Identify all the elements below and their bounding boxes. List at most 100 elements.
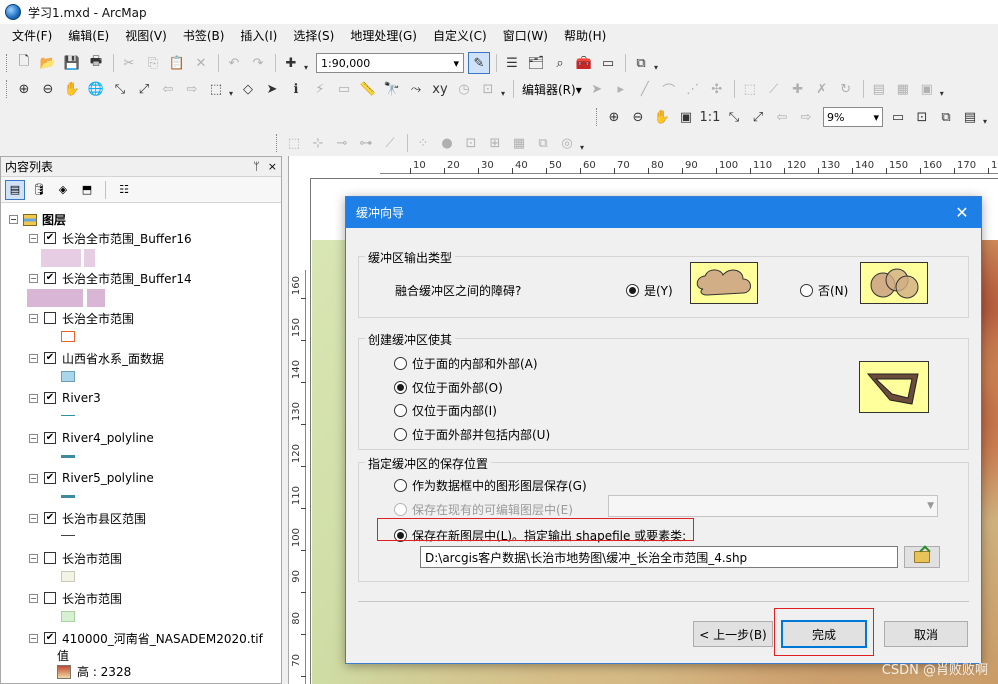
menu-windows[interactable]: 窗口(W) <box>495 24 556 48</box>
toc-layer[interactable]: − 长治全市范围 <box>29 309 279 349</box>
catalog-icon[interactable]: 🗂 <box>525 52 547 74</box>
reshape-icon[interactable]: ⟋ <box>763 78 785 100</box>
browse-button[interactable] <box>904 546 940 568</box>
fixed-zoom-out-layout-icon[interactable]: ⤢ <box>747 106 769 128</box>
clear-selection-icon[interactable]: ◇ <box>237 78 259 100</box>
identify-icon[interactable]: ℹ <box>285 78 307 100</box>
menu-help[interactable]: 帮助(H) <box>556 24 614 48</box>
zoom-whole-page-icon[interactable]: ▣ <box>675 106 697 128</box>
menu-file[interactable]: 文件(F) <box>4 24 60 48</box>
layer-name[interactable]: River3 <box>62 391 101 405</box>
menu-geoprocessing[interactable]: 地理处理(G) <box>342 24 425 48</box>
layer-name[interactable]: 长治市县区范围 <box>62 510 146 527</box>
toc-layer[interactable]: − 长治市范围 <box>29 549 279 589</box>
layer-name[interactable]: 长治全市范围_Buffer16 <box>62 230 192 247</box>
shared-edit-icon[interactable]: ⧉ <box>532 132 554 154</box>
end-point-arc-icon[interactable]: ⌒ <box>658 78 680 100</box>
collapse-icon[interactable]: − <box>29 513 38 523</box>
radio-no[interactable] <box>800 284 813 297</box>
layer-symbol[interactable] <box>61 531 75 536</box>
layers-root[interactable]: − 图层 <box>9 211 66 228</box>
show-shared-features-icon[interactable]: ⊸ <box>331 132 353 154</box>
toolbar-grip[interactable] <box>276 134 279 152</box>
toc-layer[interactable]: − 长治市范围 <box>29 589 279 629</box>
python-window-icon[interactable]: ▭ <box>597 52 619 74</box>
collapse-icon[interactable]: − <box>29 313 38 323</box>
menu-insert[interactable]: 插入(I) <box>232 24 285 48</box>
layer-symbol[interactable] <box>61 491 75 498</box>
layer-visibility-checkbox[interactable]: ✔ <box>44 352 56 364</box>
arctoolbox-icon[interactable]: 🧰 <box>573 52 595 74</box>
layer-visibility-checkbox[interactable]: ✔ <box>44 392 56 404</box>
layer-symbol[interactable] <box>61 411 75 416</box>
create-viewer-icon[interactable]: ⊡ <box>477 78 499 100</box>
layer-visibility-checkbox[interactable] <box>44 312 56 324</box>
collapse-icon[interactable]: − <box>29 273 38 283</box>
layer-symbol[interactable] <box>61 571 75 582</box>
option-save-graphics[interactable]: 作为数据框中的图形图层保存(G) <box>394 477 587 494</box>
toc-options-icon[interactable]: ☷ <box>114 180 134 200</box>
cut-icon[interactable]: ✂ <box>118 52 140 74</box>
layer-symbol[interactable] <box>61 331 75 342</box>
layer-visibility-checkbox[interactable] <box>44 592 56 604</box>
generalize-icon[interactable]: ◎ <box>556 132 578 154</box>
list-by-selection-icon[interactable]: ⬒ <box>77 180 97 200</box>
search-window-icon[interactable]: ⌕ <box>549 52 571 74</box>
menu-selection[interactable]: 选择(S) <box>285 24 342 48</box>
straight-segment-icon[interactable]: ╱ <box>634 78 656 100</box>
find-icon[interactable]: 🔭 <box>381 78 403 100</box>
toc-layer[interactable]: − ✔ 长治全市范围_Buffer16 <box>29 229 279 269</box>
toolbar-options-chevron[interactable]: ▾ <box>940 80 948 98</box>
collapse-icon[interactable]: − <box>29 473 38 483</box>
layer-symbol[interactable] <box>41 249 95 267</box>
radio-yes[interactable] <box>626 284 639 297</box>
editor-toolbar-icon[interactable]: ✎ <box>468 52 490 74</box>
new-document-icon[interactable]: 🗋 <box>13 52 35 74</box>
close-icon[interactable]: × <box>268 160 277 173</box>
toc-layer[interactable]: − ✔ 山西省水系_面数据 <box>29 349 279 389</box>
menu-edit[interactable]: 编辑(E) <box>60 24 117 48</box>
collapse-icon[interactable]: − <box>29 553 38 563</box>
collapse-icon[interactable]: − <box>9 215 18 224</box>
edit-vertices-icon[interactable]: ⬚ <box>739 78 761 100</box>
layer-name[interactable]: 长治全市范围_Buffer14 <box>62 270 192 287</box>
list-by-drawing-order-icon[interactable]: ▤ <box>5 179 25 200</box>
toc-layer[interactable]: − ✔ River4_polyline <box>29 429 279 469</box>
layer-name[interactable]: 410000_河南省_NASADEM2020.tif <box>62 630 263 647</box>
html-popup-icon[interactable]: ▭ <box>333 78 355 100</box>
change-layout-icon[interactable]: ⧉ <box>935 106 957 128</box>
layer-symbol[interactable] <box>61 611 75 622</box>
toc-layer[interactable]: − ✔ 长治市县区范围 <box>29 509 279 549</box>
layer-symbol[interactable] <box>61 451 75 458</box>
collapse-icon[interactable]: − <box>29 633 38 643</box>
sketch-properties-icon[interactable]: ▦ <box>892 78 914 100</box>
chevron-down-icon[interactable]: ▾ <box>229 80 237 98</box>
select-elements-icon[interactable]: ➤ <box>261 78 283 100</box>
find-route-icon[interactable]: ⤳ <box>405 78 427 100</box>
map-scale-combo[interactable]: 1:90,000 ▾ <box>316 53 464 73</box>
output-path-input[interactable]: D:\arcgis客户数据\长治市地势图\缓冲_长治全市范围_4.shp <box>420 546 898 568</box>
edit-tool-icon[interactable]: ➤ <box>586 78 608 100</box>
save-icon[interactable]: 💾 <box>61 52 83 74</box>
option-inside-outside[interactable]: 位于面的内部和外部(A) <box>394 355 538 372</box>
dissolve-no-option[interactable]: 否(N) <box>800 282 848 299</box>
toolbar-options-chevron[interactable]: ▾ <box>501 80 509 98</box>
toolbar-options-chevron[interactable]: ▾ <box>983 108 991 126</box>
layer-symbol[interactable] <box>61 371 75 382</box>
delete-icon[interactable]: ✕ <box>190 52 212 74</box>
measure-icon[interactable]: 📏 <box>357 78 379 100</box>
toolbar-grip[interactable] <box>596 108 599 126</box>
data-driven-pages-icon[interactable]: ▤ <box>959 106 981 128</box>
menu-view[interactable]: 视图(V) <box>117 24 175 48</box>
layer-visibility-checkbox[interactable]: ✔ <box>44 632 56 644</box>
menu-bookmarks[interactable]: 书签(B) <box>175 24 233 48</box>
list-by-visibility-icon[interactable]: ◈ <box>53 180 73 200</box>
toc-layer[interactable]: − ✔ River3 <box>29 389 279 429</box>
create-features-icon[interactable]: ▣ <box>916 78 938 100</box>
radio-inside-only[interactable] <box>394 404 407 417</box>
redo-icon[interactable]: ↷ <box>247 52 269 74</box>
edit-annotation-icon[interactable]: ▸ <box>610 78 632 100</box>
split-icon[interactable]: ✗ <box>811 78 833 100</box>
fix-topology-icon[interactable]: ● <box>436 132 458 154</box>
close-icon[interactable]: ✕ <box>953 203 971 222</box>
